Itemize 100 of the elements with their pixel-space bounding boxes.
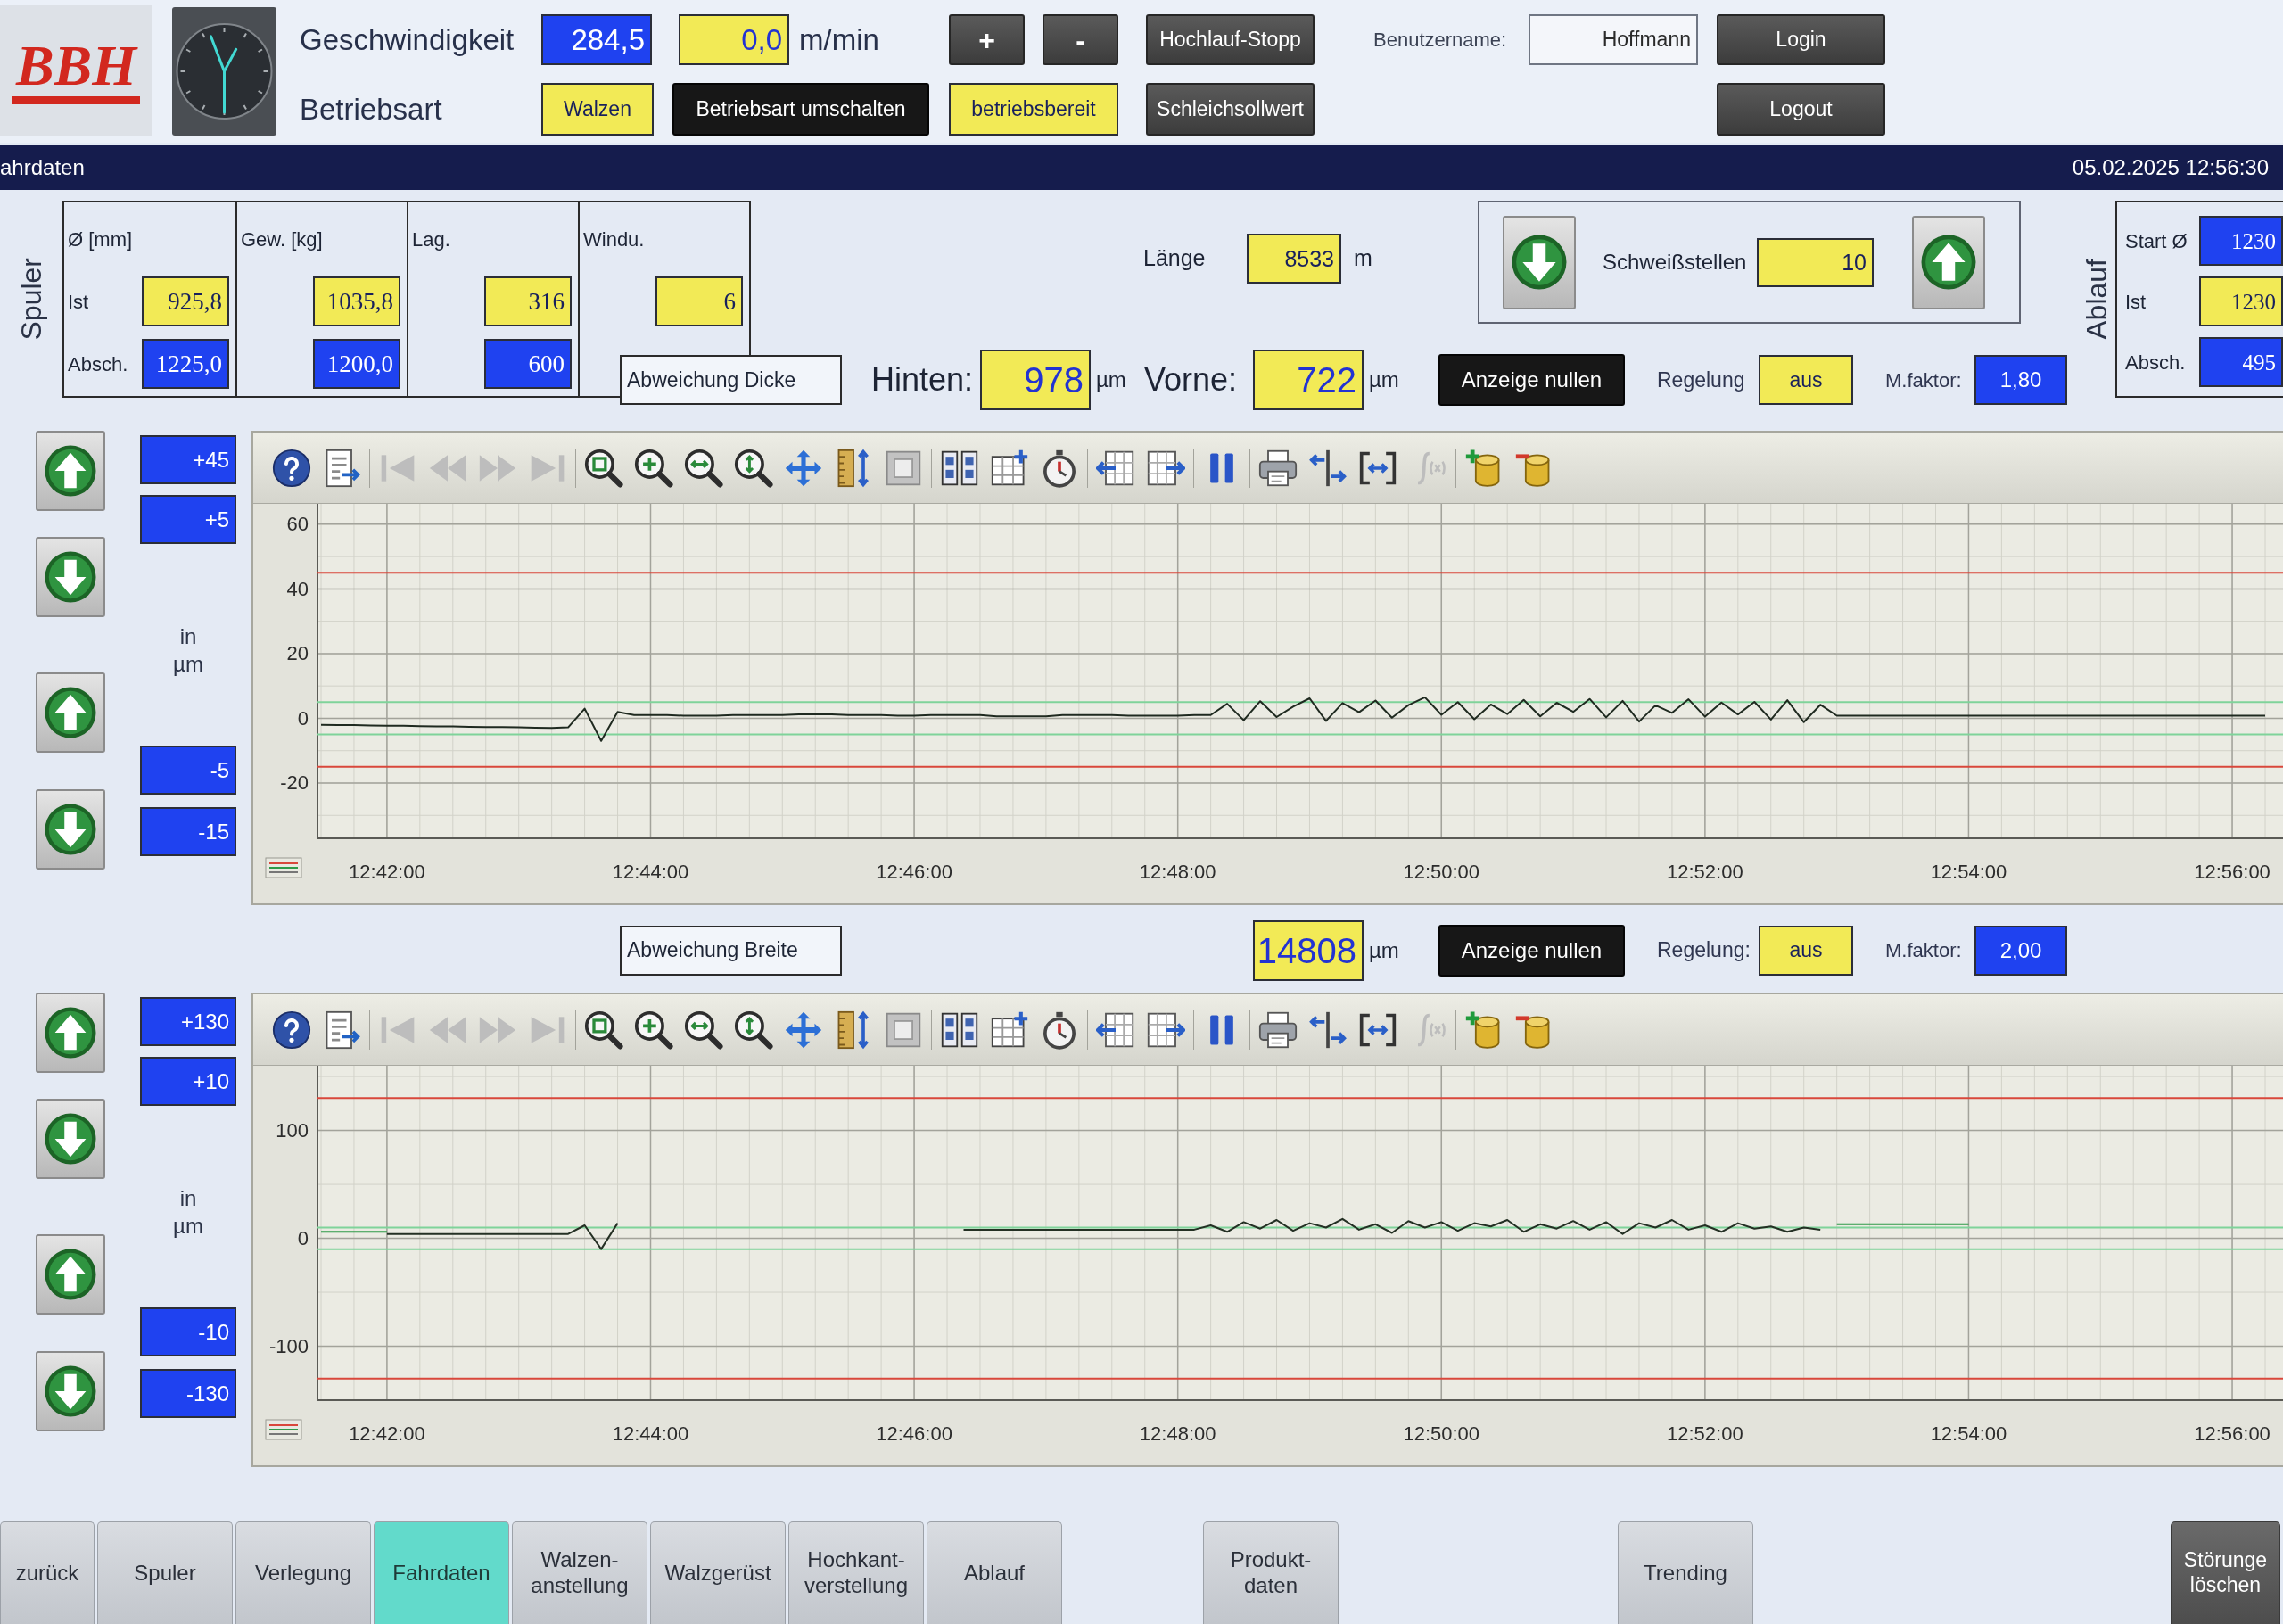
username-field[interactable]: Hoffmann xyxy=(1529,14,1698,65)
value-readout: betriebsbereit xyxy=(949,83,1118,136)
plus-button[interactable]: + xyxy=(949,14,1025,65)
arrow-up-icon xyxy=(45,1007,96,1059)
axis-label: 12:42:00 xyxy=(349,1422,425,1445)
creep-speed-button[interactable]: Schleichsollwert xyxy=(1146,83,1315,136)
arrow-up-icon xyxy=(45,1249,96,1300)
setpoint-field[interactable]: 1,80 xyxy=(1974,355,2067,405)
setpoint-field[interactable]: 1230 xyxy=(2199,216,2283,266)
nav-tab[interactable]: Walzen- anstellung xyxy=(512,1521,647,1624)
fault-reset-button[interactable]: Störunge löschen xyxy=(2171,1521,2280,1624)
section-label: Spuler xyxy=(17,258,45,341)
zoom-horizontal-icon[interactable] xyxy=(684,1010,723,1050)
axis-label: 60 xyxy=(286,513,309,536)
login-button[interactable]: Login xyxy=(1717,14,1885,65)
setpoint-field[interactable]: -15 xyxy=(140,807,236,857)
nav-tab[interactable]: Spuler xyxy=(97,1521,233,1624)
arrow-up-button[interactable] xyxy=(36,431,105,511)
arrow-up-button[interactable] xyxy=(36,672,105,753)
axis-label: 20 xyxy=(286,642,309,665)
row-label: Ist xyxy=(68,289,89,315)
value-readout: 0,0 xyxy=(679,14,789,65)
zoom-in-icon[interactable] xyxy=(634,1010,673,1050)
setpoint-field[interactable]: 600 xyxy=(484,339,572,389)
print-icon[interactable] xyxy=(1258,448,1298,488)
move-icon[interactable] xyxy=(784,448,823,488)
arrow-down-button[interactable] xyxy=(36,537,105,617)
nav-tab[interactable]: Walzgerüst xyxy=(650,1521,786,1624)
field-label: M.faktor: xyxy=(1885,938,1962,963)
section-title: Abweichung Dicke xyxy=(620,355,842,405)
arrow-up-button[interactable] xyxy=(1912,215,1985,309)
row-label: Absch. xyxy=(68,351,128,377)
ramp-stop-button[interactable]: Hochlauf-Stopp xyxy=(1146,14,1315,65)
arrow-up-button[interactable] xyxy=(36,1234,105,1315)
setpoint-field[interactable]: +130 xyxy=(140,997,236,1046)
arrow-down-icon xyxy=(45,1365,96,1417)
setpoint-field[interactable]: 2,00 xyxy=(1974,925,2067,976)
value-readout: 10 xyxy=(1757,237,1874,287)
setpoint-field[interactable]: -5 xyxy=(140,746,236,796)
move-icon[interactable] xyxy=(784,1010,823,1050)
nav-tab[interactable]: Ablauf xyxy=(927,1521,1062,1624)
axis-label: 12:48:00 xyxy=(1139,1422,1216,1445)
minus-button[interactable]: - xyxy=(1043,14,1118,65)
nav-tab[interactable]: Verlegung xyxy=(235,1521,371,1624)
zoom-vertical-icon[interactable] xyxy=(734,448,773,488)
mode-switch-button[interactable]: Betriebsart umschalten xyxy=(672,83,929,136)
arrow-up-button[interactable] xyxy=(36,993,105,1073)
arrow-down-icon xyxy=(45,1113,96,1165)
arrow-up-icon xyxy=(45,445,96,497)
nav-tab[interactable]: zurück xyxy=(0,1521,95,1624)
arrow-down-button[interactable] xyxy=(1503,215,1576,309)
unit-label: m xyxy=(1354,244,1372,273)
axis-label: 12:44:00 xyxy=(612,860,689,883)
zero-button[interactable]: Anzeige nullen xyxy=(1438,354,1625,406)
logo: BBH xyxy=(12,37,141,104)
setpoint-field[interactable]: 495 xyxy=(2199,337,2283,387)
unit-label: µm xyxy=(1369,367,1399,393)
field-label: Geschwindigkeit xyxy=(300,21,515,58)
setpoint-field[interactable]: 1225,0 xyxy=(142,339,229,389)
arrow-down-button[interactable] xyxy=(36,1099,105,1179)
legend-icon[interactable] xyxy=(265,857,302,878)
column-heading: Gew. [kg] xyxy=(241,227,323,252)
zoom-box-icon[interactable] xyxy=(584,1010,623,1050)
setpoint-field[interactable]: 284,5 xyxy=(541,14,652,65)
zero-button[interactable]: Anzeige nullen xyxy=(1438,924,1625,977)
axis-label: 12:56:00 xyxy=(2194,860,2271,883)
axis-arrows-icon[interactable] xyxy=(1308,1010,1348,1050)
setpoint-field[interactable]: 1200,0 xyxy=(313,339,400,389)
arrow-down-icon xyxy=(45,551,96,603)
clock-icon xyxy=(172,7,276,136)
axis-label: 12:54:00 xyxy=(1930,860,2007,883)
legend-icon[interactable] xyxy=(265,1419,302,1440)
nav-tab[interactable]: Hochkant- verstellung xyxy=(788,1521,924,1624)
help-icon[interactable] xyxy=(272,448,311,488)
zoom-horizontal-icon[interactable] xyxy=(684,448,723,488)
nav-tab[interactable]: Trending xyxy=(1618,1521,1753,1624)
zoom-box-icon[interactable] xyxy=(584,448,623,488)
unit-label: m/min xyxy=(799,21,879,58)
axis-arrows-icon[interactable] xyxy=(1308,448,1348,488)
arrow-down-button[interactable] xyxy=(36,789,105,870)
zoom-vertical-icon[interactable] xyxy=(734,1010,773,1050)
setpoint-field[interactable]: -130 xyxy=(140,1369,236,1419)
axis-label: 12:42:00 xyxy=(349,860,425,883)
nav-tab[interactable]: Produkt- daten xyxy=(1203,1521,1339,1624)
field-label: Schweißstellen xyxy=(1603,249,1747,276)
arrow-down-button[interactable] xyxy=(36,1351,105,1431)
help-icon[interactable] xyxy=(272,1010,311,1050)
setpoint-field[interactable]: +45 xyxy=(140,435,236,484)
grid-plus-icon[interactable] xyxy=(990,448,1029,488)
zoom-in-icon[interactable] xyxy=(634,448,673,488)
row-label: Absch. xyxy=(2125,350,2186,375)
logout-button[interactable]: Logout xyxy=(1717,83,1885,136)
field-label: Vorne: xyxy=(1144,360,1238,400)
setpoint-field[interactable]: -10 xyxy=(140,1307,236,1357)
setpoint-field[interactable]: +5 xyxy=(140,495,236,544)
print-icon[interactable] xyxy=(1258,1010,1298,1050)
setpoint-field[interactable]: +10 xyxy=(140,1057,236,1106)
unit-label: µm xyxy=(1369,936,1399,964)
grid-plus-icon[interactable] xyxy=(990,1010,1029,1050)
nav-tab[interactable]: Fahrdaten xyxy=(374,1521,509,1624)
